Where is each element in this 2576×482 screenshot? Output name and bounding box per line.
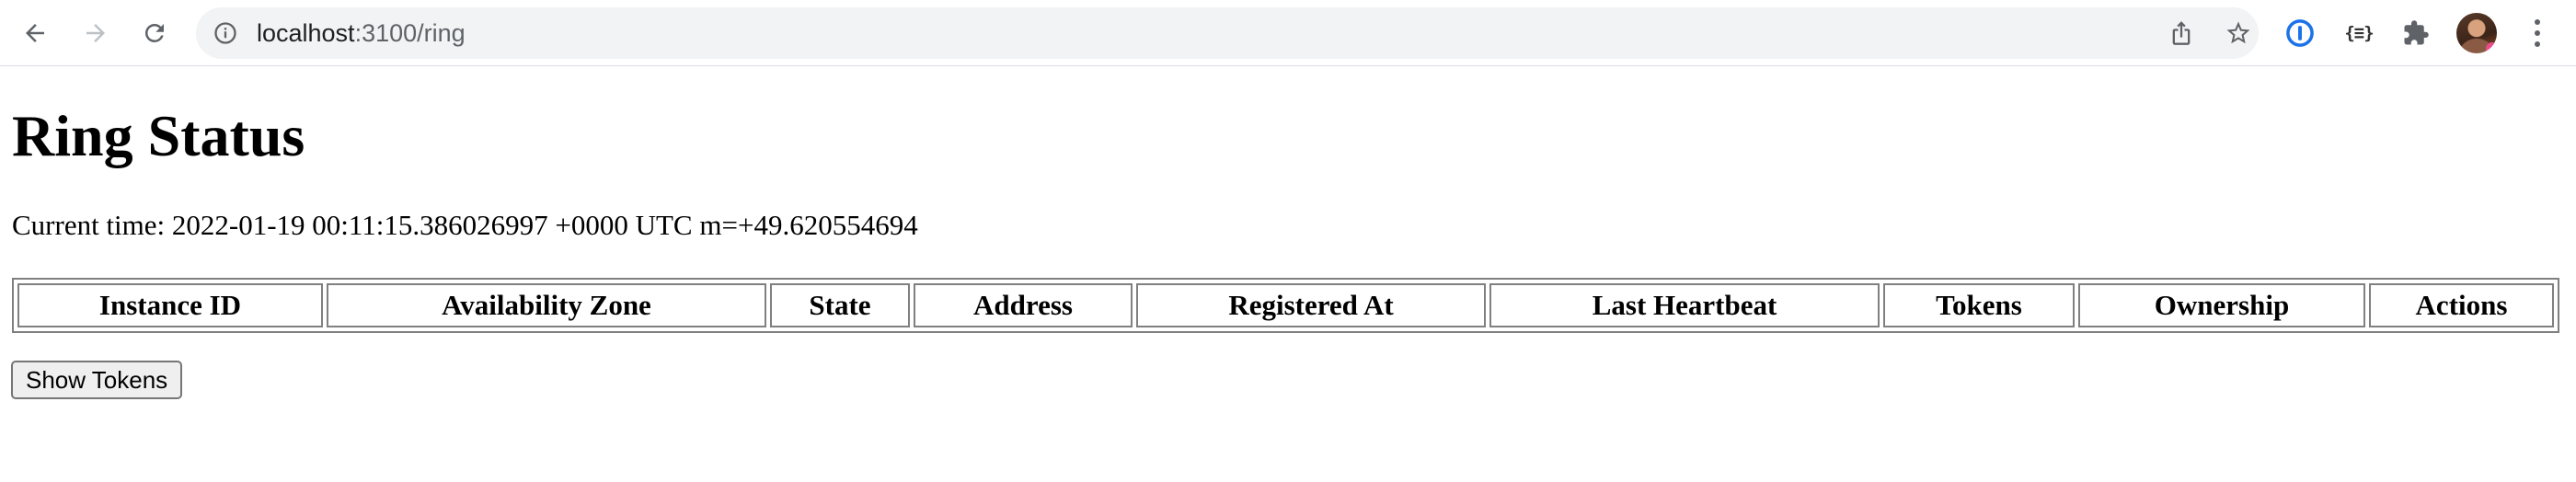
show-tokens-button[interactable]: Show Tokens bbox=[11, 361, 183, 399]
header-tokens: Tokens bbox=[1883, 283, 2075, 327]
profile-avatar[interactable] bbox=[2456, 13, 2497, 53]
more-menu-icon[interactable] bbox=[2521, 13, 2554, 53]
browser-toolbar: localhost:3100/ring {≡} bbox=[0, 0, 2576, 66]
current-time-value: 2022-01-19 00:11:15.386026997 +0000 UTC … bbox=[171, 209, 918, 241]
bookmark-star-icon[interactable] bbox=[2222, 17, 2255, 50]
header-last-heartbeat: Last Heartbeat bbox=[1489, 283, 1880, 327]
back-arrow-icon[interactable] bbox=[13, 11, 57, 55]
forward-arrow-icon[interactable] bbox=[74, 11, 118, 55]
site-info-icon[interactable] bbox=[213, 20, 238, 46]
extensions-puzzle-icon[interactable] bbox=[2396, 13, 2436, 53]
page-title: Ring Status bbox=[12, 103, 305, 168]
reload-icon[interactable] bbox=[132, 11, 177, 55]
url-host: localhost bbox=[257, 19, 355, 47]
password-manager-icon[interactable] bbox=[2280, 13, 2320, 53]
header-actions: Actions bbox=[2369, 283, 2554, 327]
json-viewer-icon[interactable]: {≡} bbox=[2339, 13, 2379, 53]
current-time: Current time: 2022-01-19 00:11:15.386026… bbox=[12, 210, 918, 241]
current-time-label: Current time: bbox=[12, 209, 166, 241]
url-text[interactable]: localhost:3100/ring bbox=[257, 20, 466, 46]
json-viewer-label: {≡} bbox=[2344, 23, 2374, 43]
header-state: State bbox=[770, 283, 910, 327]
header-ownership: Ownership bbox=[2078, 283, 2365, 327]
header-availability-zone: Availability Zone bbox=[327, 283, 766, 327]
header-address: Address bbox=[914, 283, 1133, 327]
header-instance-id: Instance ID bbox=[17, 283, 323, 327]
header-registered-at: Registered At bbox=[1136, 283, 1486, 327]
url-path: :3100/ring bbox=[354, 19, 466, 47]
page-content: Ring Status Current time: 2022-01-19 00:… bbox=[0, 66, 2576, 482]
address-bar[interactable]: localhost:3100/ring bbox=[196, 7, 2259, 59]
ring-table: Instance ID Availability Zone State Addr… bbox=[12, 278, 2559, 333]
share-icon[interactable] bbox=[2165, 17, 2198, 50]
ring-table-header-row: Instance ID Availability Zone State Addr… bbox=[17, 283, 2554, 327]
